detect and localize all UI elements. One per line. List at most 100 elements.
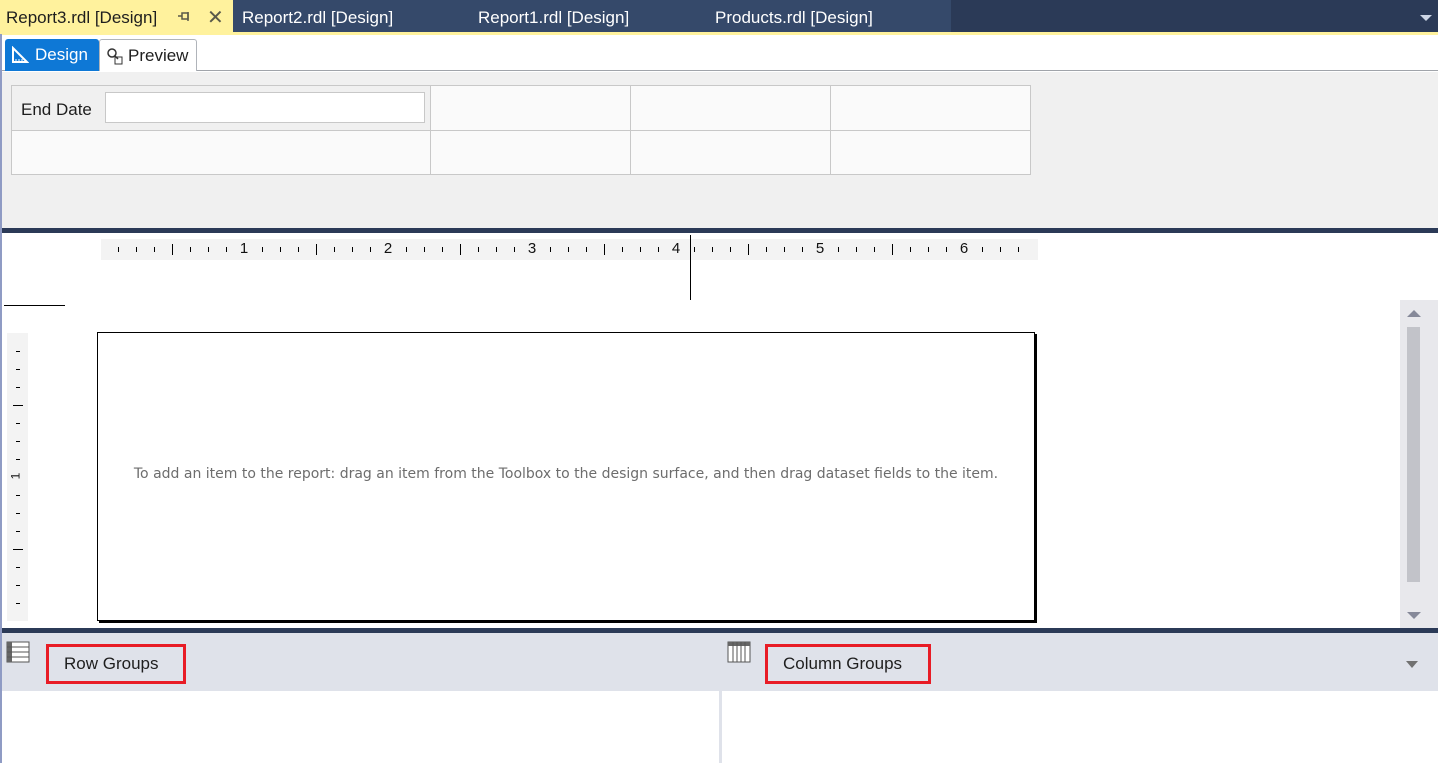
grouping-pane-header: Row Groups Column Groups	[0, 633, 1438, 691]
ruler-tick	[910, 247, 911, 252]
tab-report1-design[interactable]: Report1.rdl [Design]	[478, 0, 629, 32]
row-groups-list[interactable]	[2, 691, 719, 763]
ruler-tick	[136, 247, 137, 252]
left-border	[0, 34, 2, 763]
parameter-cell[interactable]	[431, 86, 631, 131]
ruler-tick	[262, 247, 263, 252]
parameter-cell[interactable]	[431, 131, 631, 174]
ruler-tick	[16, 603, 20, 604]
ruler-tick	[712, 247, 713, 252]
ruler-tick	[154, 247, 155, 252]
ruler-tick	[298, 247, 299, 252]
ruler-tick	[226, 247, 227, 252]
ruler-label: 6	[959, 240, 969, 257]
ruler-tick	[316, 244, 317, 255]
ruler-tick	[13, 405, 23, 406]
ruler-tick	[190, 247, 191, 252]
ruler-label: 4	[671, 240, 681, 257]
tab-preview[interactable]: Preview	[99, 39, 197, 71]
ruler-tick	[208, 247, 209, 252]
ruler-tick	[460, 244, 461, 255]
ruler-tick	[172, 244, 173, 255]
ruler-tick	[16, 423, 20, 424]
ruler-tick	[838, 247, 839, 252]
pin-icon[interactable]	[178, 11, 192, 23]
ruler-tick	[118, 247, 119, 252]
ruler-tick	[568, 247, 569, 252]
parameter-cell[interactable]	[12, 131, 431, 174]
ruler-tick	[406, 247, 407, 252]
ruler-tick	[604, 244, 605, 255]
column-groups-icon	[727, 641, 751, 663]
ruler-tick	[13, 549, 23, 550]
column-groups-list[interactable]	[722, 691, 1438, 763]
tab-preview-label: Preview	[128, 46, 189, 65]
ruler-tick	[16, 387, 20, 388]
ruler-tick	[640, 247, 641, 252]
ruler-tick	[748, 244, 749, 255]
body-boundary-line	[4, 305, 65, 306]
ruler-tick	[16, 351, 20, 352]
tab-design-label: Design	[35, 45, 88, 64]
ruler-tick	[874, 247, 875, 252]
report-body-design-surface[interactable]: To add an item to the report: drag an it…	[97, 332, 1035, 621]
vertical-ruler: 1	[7, 333, 28, 621]
ruler-tick	[478, 247, 479, 252]
ruler-tick	[16, 567, 20, 568]
ruler-tick	[16, 369, 20, 370]
document-tab-bar: Report3.rdl [Design] ✕ Report2.rdl [Desi…	[0, 0, 1438, 32]
report-designer-window: Report3.rdl [Design] ✕ Report2.rdl [Desi…	[0, 0, 1438, 763]
parameter-pane-splitter[interactable]	[0, 228, 1438, 233]
ruler-tick	[496, 247, 497, 252]
ruler-tick	[586, 247, 587, 252]
tab-design[interactable]: Design	[5, 39, 99, 71]
design-triangle-ruler-icon	[12, 46, 29, 63]
tab-overflow-dropdown-icon[interactable]	[1420, 15, 1432, 21]
ruler-tick	[856, 247, 857, 252]
ruler-label: 2	[383, 240, 393, 257]
end-date-input[interactable]	[105, 92, 425, 123]
row-groups-label: Row Groups	[64, 654, 159, 673]
ruler-tick	[16, 441, 20, 442]
vertical-scrollbar[interactable]	[1400, 300, 1438, 628]
ruler-tick	[946, 247, 947, 252]
ruler-tick	[802, 247, 803, 252]
ruler-tick	[550, 247, 551, 252]
ruler-label: 3	[527, 240, 537, 257]
tab-report3-design[interactable]: Report3.rdl [Design] ✕	[0, 0, 233, 32]
ruler-tick	[16, 459, 20, 460]
view-tab-bar: Design Preview	[0, 35, 1438, 71]
scroll-down-arrow-icon[interactable]	[1407, 612, 1421, 619]
ruler-tick	[424, 247, 425, 252]
scroll-up-arrow-icon[interactable]	[1407, 310, 1421, 317]
parameter-grid: End Date	[11, 85, 1031, 175]
horizontal-ruler: 1 2 3 4 5 6	[101, 239, 1038, 260]
ruler-tick	[982, 247, 983, 252]
ruler-tick	[16, 531, 20, 532]
end-date-label: End Date	[21, 100, 92, 119]
row-groups-button[interactable]: Row Groups	[46, 644, 186, 684]
tab-label: Report2.rdl [Design]	[242, 8, 394, 27]
tab-label: Report3.rdl [Design]	[6, 8, 158, 27]
ruler-tick	[784, 247, 785, 252]
close-tab-icon[interactable]: ✕	[207, 0, 224, 36]
preview-magnifier-icon	[107, 48, 123, 65]
tab-report2-design[interactable]: Report2.rdl [Design]	[242, 0, 393, 32]
ruler-tick	[622, 247, 623, 252]
parameter-cell[interactable]	[831, 131, 1030, 174]
tab-products-design[interactable]: Products.rdl [Design]	[715, 0, 873, 32]
column-groups-button[interactable]: Column Groups	[765, 644, 931, 684]
parameter-cell[interactable]	[631, 86, 831, 131]
ruler-tick	[514, 247, 515, 252]
parameter-cell[interactable]	[631, 131, 831, 174]
grouping-mode-dropdown-icon[interactable]	[1406, 661, 1418, 668]
ruler-tick	[334, 247, 335, 252]
parameter-cell-end-date: End Date	[12, 86, 431, 131]
ruler-tick	[16, 585, 20, 586]
ruler-label: 5	[815, 240, 825, 257]
scrollbar-thumb[interactable]	[1407, 327, 1420, 582]
tab-label: Report1.rdl [Design]	[478, 8, 630, 27]
ruler-tick	[16, 513, 20, 514]
ruler-tick	[370, 247, 371, 252]
parameter-cell[interactable]	[831, 86, 1030, 131]
